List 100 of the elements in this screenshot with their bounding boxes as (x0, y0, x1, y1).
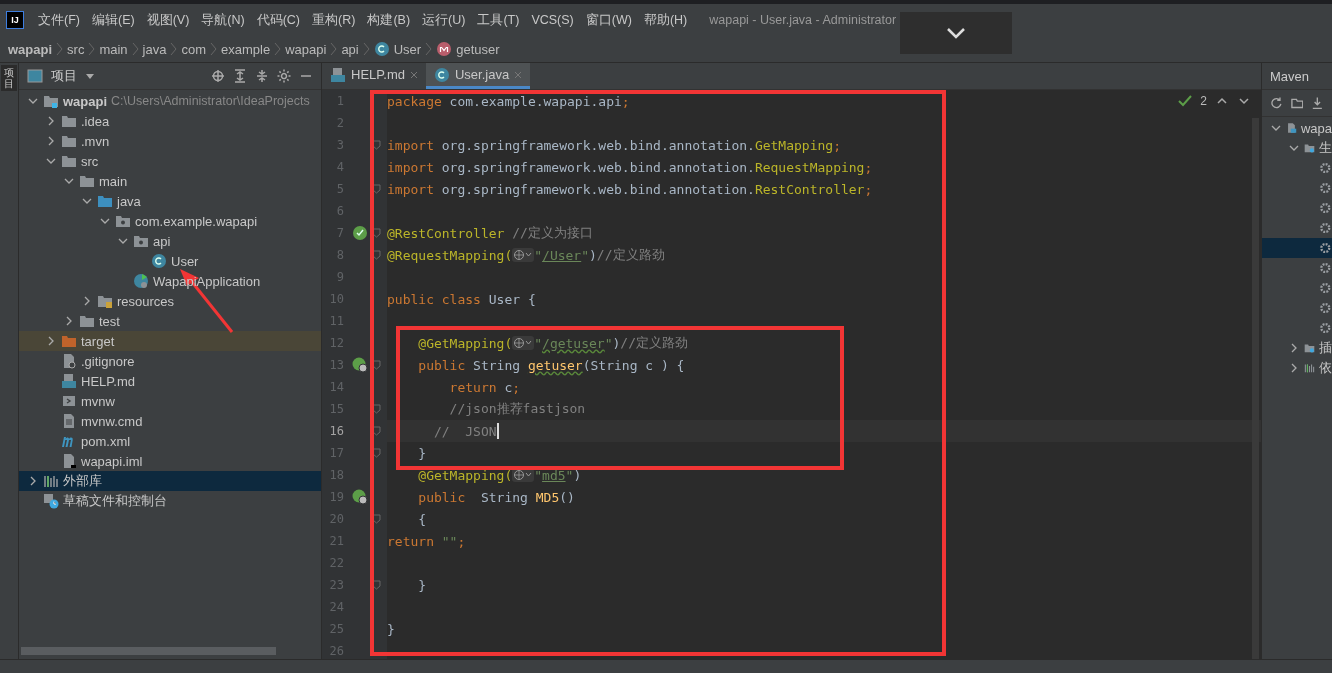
editor-tab[interactable]: User.java (425, 63, 531, 89)
globe-icon[interactable] (512, 248, 535, 262)
breadcrumb[interactable]: wapapi (8, 41, 53, 57)
tree-item[interactable]: 草稿文件和控制台 (19, 491, 321, 511)
fold-icon[interactable] (372, 426, 381, 436)
class-icon (373, 41, 390, 57)
tree-item[interactable]: 生 (1262, 138, 1332, 158)
code-token: { (417, 511, 427, 527)
folder-icon[interactable] (1290, 96, 1304, 110)
tree-item[interactable]: .idea (19, 111, 321, 131)
tree-item[interactable]: main (19, 171, 321, 191)
tree-item[interactable]: src (19, 151, 321, 171)
tree-item[interactable]: test (19, 311, 321, 331)
tree-item[interactable]: pom.xml (19, 431, 321, 451)
chevron-down-icon[interactable] (946, 27, 966, 39)
editor-tab[interactable]: HELP.md (322, 63, 426, 89)
item-label: test (99, 313, 120, 329)
tree-item[interactable]: 插 (1262, 338, 1332, 358)
menu-item[interactable]: 视图(V) (140, 11, 196, 29)
tree-item[interactable]: wapa (1262, 118, 1332, 138)
tree-item[interactable]: 依 (1262, 358, 1332, 378)
breadcrumb[interactable]: getuser (436, 41, 500, 57)
menu-item[interactable]: 代码(C) (250, 11, 307, 29)
file-icon (61, 353, 77, 369)
code-token: User { (487, 291, 536, 307)
fold-icon[interactable] (372, 404, 381, 414)
code-token: (String c ) { (582, 357, 685, 373)
menu-item[interactable]: 窗口(W) (579, 11, 638, 29)
tree-item[interactable]: HELP.md (19, 371, 321, 391)
panel-title[interactable]: Maven (1270, 68, 1310, 84)
code-token: " (604, 335, 613, 351)
chevron-icon (274, 42, 282, 56)
globe-icon[interactable] (512, 336, 535, 350)
breadcrumb[interactable]: java (142, 41, 167, 57)
tree-item[interactable]: wapapi.iml (19, 451, 321, 471)
endpoint-icon[interactable] (352, 357, 368, 373)
bean-icon[interactable] (352, 225, 368, 241)
tree-item[interactable]: target (19, 331, 321, 351)
settings-icon[interactable] (277, 69, 291, 83)
close-icon[interactable] (409, 70, 418, 79)
menu-item[interactable]: 文件(F) (32, 11, 86, 29)
item-label: pom.xml (81, 433, 131, 449)
fold-icon[interactable] (372, 228, 381, 238)
breadcrumb[interactable]: main (99, 41, 128, 57)
code-token: md5 (542, 467, 566, 483)
scrollbar[interactable] (21, 647, 276, 655)
tree-item[interactable]: mvnw.cmd (19, 411, 321, 431)
item-label: src (81, 153, 99, 169)
collapse-all-icon[interactable] (255, 69, 269, 83)
code-token: public (417, 489, 466, 505)
tree-item[interactable]: wapapi C:\Users\Administrator\IdeaProjects (19, 91, 321, 111)
menu-item[interactable]: 导航(N) (195, 11, 251, 29)
tree-item[interactable]: 外部库 (19, 471, 321, 491)
download-icon[interactable] (1311, 96, 1324, 110)
fold-icon[interactable] (372, 514, 381, 524)
tree-item[interactable]: .gitignore (19, 351, 321, 371)
breadcrumb[interactable]: wapapi (285, 41, 327, 57)
fold-icon[interactable] (372, 140, 381, 150)
tree-item[interactable]: resources (19, 291, 321, 311)
breadcrumb[interactable]: src (67, 41, 85, 57)
fold-icon[interactable] (372, 184, 381, 194)
locate-icon[interactable] (211, 69, 225, 83)
menu-item[interactable]: 帮助(H) (637, 11, 694, 29)
code-token: " (534, 335, 543, 351)
refresh-icon[interactable] (1270, 96, 1283, 110)
code-token: GetMapping (754, 137, 834, 153)
tree-item[interactable] (1262, 238, 1332, 258)
tree-item[interactable]: api (19, 231, 321, 251)
endpoint-icon[interactable] (352, 489, 368, 505)
menu-item[interactable]: 工具(T) (471, 11, 526, 29)
code-token: MD5 (535, 489, 560, 505)
tree-item[interactable]: com.example.wapapi (19, 211, 321, 231)
panel-title[interactable]: 项目 (51, 67, 77, 85)
dropdown-icon[interactable] (85, 72, 95, 80)
inspection-count[interactable]: 2 (1200, 94, 1207, 108)
breadcrumb[interactable]: api (341, 41, 359, 57)
check-icon[interactable] (1178, 95, 1193, 107)
breadcrumb[interactable]: User (373, 41, 422, 57)
code-token: org.springframework.web.bind.annotation. (440, 159, 755, 175)
folder-icon (61, 333, 77, 349)
folder-icon (79, 173, 95, 189)
project-side-tab[interactable]: 项目 (1, 65, 17, 91)
menu-item[interactable]: 构建(B) (361, 11, 417, 29)
tree-item[interactable]: mvnw (19, 391, 321, 411)
fold-icon[interactable] (372, 580, 381, 590)
breadcrumb[interactable]: com (181, 41, 207, 57)
tree-item[interactable]: .mvn (19, 131, 321, 151)
fold-icon[interactable] (372, 360, 381, 370)
tree-item[interactable]: java (19, 191, 321, 211)
tree-item[interactable]: User (19, 251, 321, 271)
menu-item[interactable]: 编辑(E) (85, 11, 141, 29)
fold-icon[interactable] (372, 250, 381, 260)
menu-item[interactable]: VCS(S) (525, 13, 580, 27)
gear-icon (1319, 160, 1332, 176)
menu-item[interactable]: 重构(R) (306, 11, 362, 29)
fold-icon[interactable] (372, 448, 381, 458)
breadcrumb[interactable]: example (221, 41, 271, 57)
code-token: ) (589, 247, 597, 263)
expand-all-icon[interactable] (233, 69, 247, 83)
menu-item[interactable]: 运行(U) (416, 11, 472, 29)
